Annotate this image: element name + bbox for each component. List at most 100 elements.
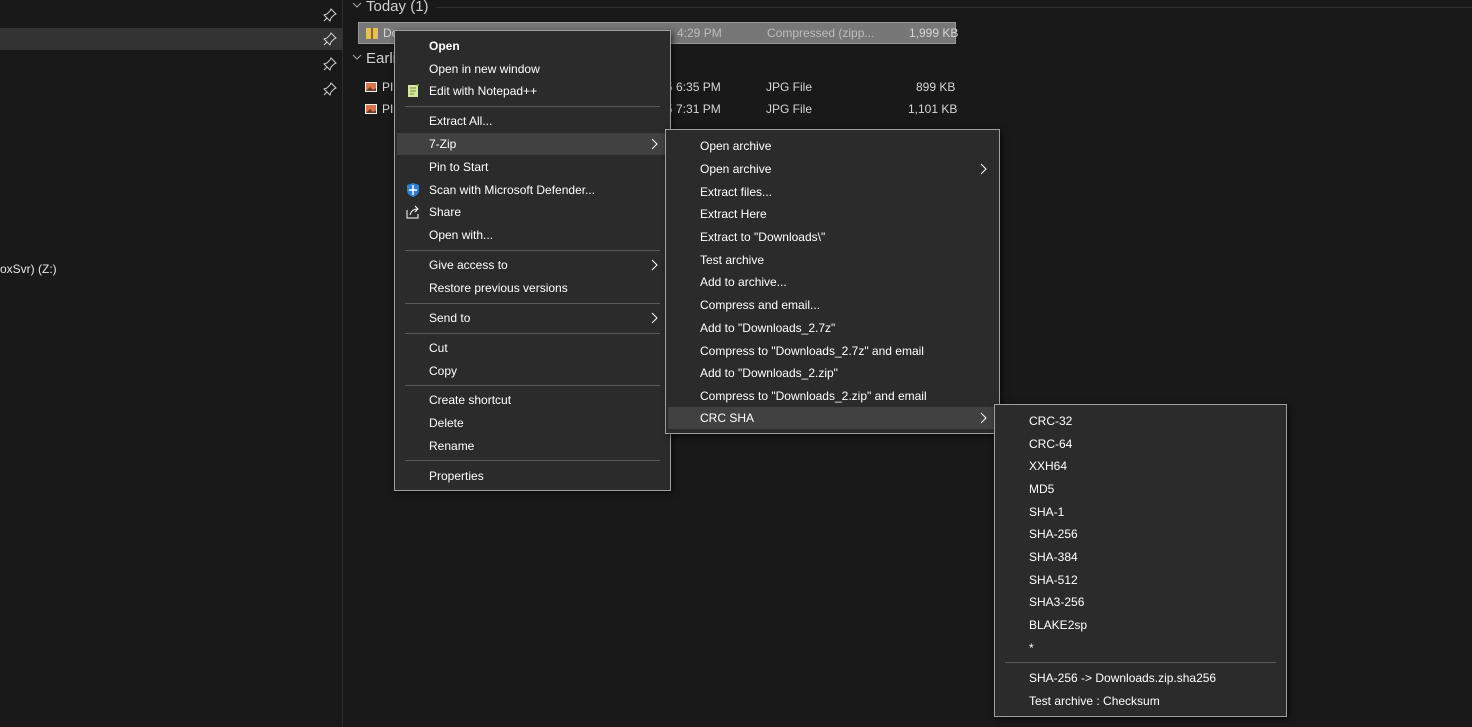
zip-item-test-archive[interactable]: Test archive	[668, 249, 997, 271]
menu-item-label: SHA-384	[1029, 550, 1078, 564]
file-name: PI	[382, 80, 394, 94]
defender-shield-icon	[407, 183, 419, 197]
menu-item-give-access[interactable]: Give access to	[397, 254, 668, 276]
menu-item-label: Extract to "Downloads\"	[700, 230, 826, 244]
file-date: 5 6:35 PM	[666, 80, 721, 94]
menu-item-scan-defender[interactable]: Scan with Microsoft Defender...	[397, 179, 668, 201]
file-name: PI	[382, 102, 394, 116]
nav-item-network-drive[interactable]: oxSvr) (Z:)	[0, 262, 57, 276]
context-menu[interactable]: Open Open in new window Edit with Notepa…	[394, 30, 671, 491]
menu-item-restore-versions[interactable]: Restore previous versions	[397, 277, 668, 299]
menu-item-send-to[interactable]: Send to	[397, 307, 668, 329]
navigation-pane[interactable]: oxSvr) (Z:)	[0, 0, 343, 727]
menu-item-label: 7-Zip	[429, 137, 457, 151]
menu-item-pin-to-start[interactable]: Pin to Start	[397, 156, 668, 178]
pin-icon[interactable]	[323, 8, 337, 22]
menu-separator	[405, 303, 660, 304]
menu-item-label: MD5	[1029, 482, 1055, 496]
menu-separator	[405, 460, 660, 461]
group-header-earlier[interactable]: Earli	[350, 50, 396, 70]
menu-item-label: Open with...	[429, 228, 494, 242]
zip-item-add-to-archive[interactable]: Add to archive...	[668, 271, 997, 293]
menu-item-label: XXH64	[1029, 459, 1068, 473]
7zip-submenu[interactable]: Open archive Open archive Extract files.…	[665, 129, 1000, 434]
crc-item-sha256-file[interactable]: SHA-256 -> Downloads.zip.sha256	[997, 667, 1284, 689]
nav-item-pinned-3[interactable]	[0, 53, 343, 75]
chevron-right-icon	[651, 312, 658, 324]
menu-item-label: CRC-64	[1029, 437, 1073, 451]
menu-separator	[1005, 662, 1276, 663]
zip-item-compress-7z-email[interactable]: Compress to "Downloads_2.7z" and email	[668, 340, 997, 362]
zip-item-compress-zip-email[interactable]: Compress to "Downloads_2.zip" and email	[668, 385, 997, 407]
group-title-earlier: Earli	[366, 50, 397, 67]
menu-item-label: Pin to Start	[429, 160, 489, 174]
menu-item-label: Add to "Downloads_2.7z"	[700, 321, 836, 335]
menu-item-share[interactable]: Share	[397, 201, 668, 223]
menu-item-edit-notepad[interactable]: Edit with Notepad++	[397, 80, 668, 102]
menu-item-rename[interactable]: Rename	[397, 435, 668, 457]
crc-item-sha512[interactable]: SHA-512	[997, 569, 1284, 591]
zip-folder-icon	[366, 28, 378, 39]
crc-item-sha256[interactable]: SHA-256	[997, 523, 1284, 545]
menu-item-label: Compress to "Downloads_2.7z" and email	[700, 344, 924, 358]
zip-item-extract-files[interactable]: Extract files...	[668, 181, 997, 203]
crc-item-all[interactable]: *	[997, 637, 1284, 659]
menu-item-open-with[interactable]: Open with...	[397, 224, 668, 246]
menu-item-create-shortcut[interactable]: Create shortcut	[397, 389, 668, 411]
zip-item-crc-sha[interactable]: CRC SHA	[668, 407, 997, 429]
zip-item-open-archive-sub[interactable]: Open archive	[668, 158, 997, 180]
menu-item-label: Create shortcut	[429, 393, 512, 407]
zip-item-add-7z[interactable]: Add to "Downloads_2.7z"	[668, 317, 997, 339]
pin-icon[interactable]	[323, 32, 337, 46]
menu-item-extract-all[interactable]: Extract All...	[397, 110, 668, 132]
file-size: 1,999 KB	[909, 26, 959, 40]
zip-item-compress-email[interactable]: Compress and email...	[668, 294, 997, 316]
menu-item-7zip[interactable]: 7-Zip	[397, 133, 668, 155]
zip-item-extract-here[interactable]: Extract Here	[668, 203, 997, 225]
nav-item-downloads[interactable]	[0, 28, 343, 50]
nav-item-pinned-1[interactable]	[0, 4, 343, 26]
pin-icon[interactable]	[323, 82, 337, 96]
crc-item-xxh64[interactable]: XXH64	[997, 455, 1284, 477]
crc-item-sha384[interactable]: SHA-384	[997, 546, 1284, 568]
zip-item-add-zip[interactable]: Add to "Downloads_2.zip"	[668, 362, 997, 384]
menu-item-label: Rename	[429, 439, 475, 453]
crc-item-md5[interactable]: MD5	[997, 478, 1284, 500]
crc-item-sha3-256[interactable]: SHA3-256	[997, 591, 1284, 613]
menu-item-label: Give access to	[429, 258, 508, 272]
notepad-plus-plus-icon	[408, 84, 419, 97]
menu-item-label: SHA-256	[1029, 527, 1078, 541]
pin-icon[interactable]	[323, 57, 337, 71]
menu-item-label: Open in new window	[429, 62, 540, 76]
file-type: JPG File	[766, 102, 813, 116]
chevron-right-icon	[980, 163, 987, 175]
zip-item-extract-to[interactable]: Extract to "Downloads\"	[668, 226, 997, 248]
menu-separator	[405, 385, 660, 386]
file-size: 1,101 KB	[908, 102, 958, 116]
menu-item-copy[interactable]: Copy	[397, 360, 668, 382]
crc-item-crc64[interactable]: CRC-64	[997, 433, 1284, 455]
crc-item-crc32[interactable]: CRC-32	[997, 410, 1284, 432]
chevron-right-icon	[651, 138, 658, 150]
menu-item-label: Test archive	[700, 253, 765, 267]
menu-separator	[405, 250, 660, 251]
menu-item-delete[interactable]: Delete	[397, 412, 668, 434]
menu-item-label: BLAKE2sp	[1029, 618, 1088, 632]
menu-item-open-new-window[interactable]: Open in new window	[397, 58, 668, 80]
zip-item-open-archive[interactable]: Open archive	[668, 135, 997, 157]
menu-item-label: Cut	[429, 341, 448, 355]
group-title-today: Today (1)	[366, 0, 429, 15]
crc-item-test-checksum[interactable]: Test archive : Checksum	[997, 690, 1284, 712]
menu-item-label: Send to	[429, 311, 471, 325]
menu-item-open[interactable]: Open	[397, 35, 668, 57]
menu-item-properties[interactable]: Properties	[397, 465, 668, 487]
group-header-today[interactable]: Today (1)	[350, 0, 429, 18]
crc-sha-submenu[interactable]: CRC-32 CRC-64 XXH64 MD5 SHA-1 SHA-256 SH…	[994, 404, 1287, 717]
chevron-right-icon	[980, 412, 987, 424]
menu-item-label: SHA-1	[1029, 505, 1065, 519]
crc-item-blake2sp[interactable]: BLAKE2sp	[997, 614, 1284, 636]
menu-item-label: Properties	[429, 469, 484, 483]
nav-item-pinned-4[interactable]	[0, 78, 343, 100]
crc-item-sha1[interactable]: SHA-1	[997, 501, 1284, 523]
menu-item-cut[interactable]: Cut	[397, 337, 668, 359]
